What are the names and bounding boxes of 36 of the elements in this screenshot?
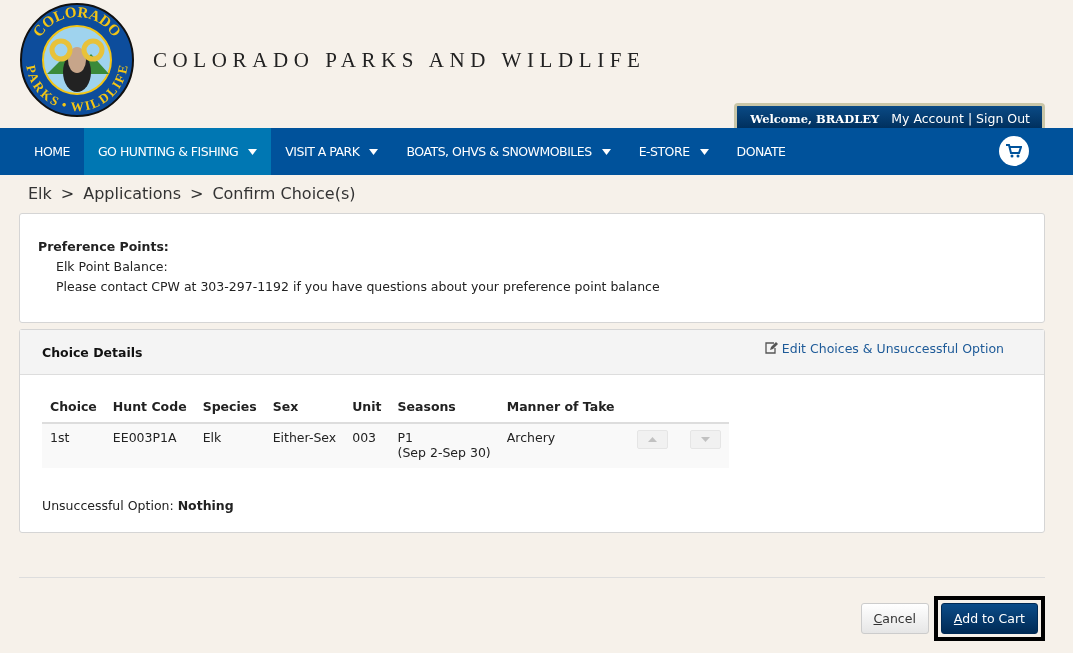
cart-icon [1006, 144, 1022, 158]
nav-item[interactable]: HOME [20, 128, 84, 175]
cancel-button[interactable]: Cancel [860, 603, 929, 634]
card-title: Choice Details [42, 344, 143, 360]
edit-icon [764, 342, 778, 354]
separator: | [967, 111, 973, 126]
welcome-text: Welcome, BRADLEY [750, 111, 880, 126]
unsuccessful-option-text: Unsuccessful Option: Nothing [42, 498, 235, 513]
edit-link[interactable]: Edit Choices & Unsuccessful Option [764, 340, 1004, 356]
account-link[interactable]: My Account [891, 111, 964, 126]
table-cell: Archery [498, 423, 623, 468]
down-triangle-icon [700, 437, 710, 442]
account-link[interactable]: Sign Out [976, 111, 1030, 126]
table-cell: Elk [194, 423, 265, 468]
add-to-cart-button[interactable]: Add to Cart [940, 603, 1038, 634]
cart-button[interactable] [999, 136, 1029, 166]
table-cell: EE003P1A [104, 423, 195, 468]
preference-heading: Preference Points: [38, 239, 170, 254]
preference-text: Elk Point Balance: [56, 259, 169, 274]
breadcrumb-separator: > [189, 184, 204, 205]
nav-item[interactable]: BOATS, OHVS & SNOWMOBILES [392, 128, 625, 175]
site-title: COLORADO PARKS AND WILDLIFE [153, 47, 646, 73]
preference-text: Please contact CPW at 303-297-1192 if you have questions about your preference point balance [56, 279, 661, 294]
nav-item[interactable]: VISIT A PARK [271, 128, 393, 175]
nav-item[interactable]: GO HUNTING & FISHING [83, 128, 272, 175]
nav-item[interactable]: E-STORE [624, 128, 723, 175]
table-cell: 1st [42, 423, 105, 468]
table-cell: 003 [344, 423, 390, 468]
table-cell: P1 (Sep 2-Sep 30) [389, 423, 499, 468]
table-cell: Either-Sex [264, 423, 345, 468]
breadcrumb-separator: > [60, 184, 75, 205]
up-triangle-icon [647, 437, 657, 442]
nav-item[interactable]: DONATE [722, 128, 800, 175]
breadcrumb-item[interactable]: Elk [28, 184, 52, 205]
breadcrumb-item[interactable]: Applications [83, 184, 181, 205]
breadcrumb-item[interactable]: Confirm Choice(s) [212, 184, 356, 205]
